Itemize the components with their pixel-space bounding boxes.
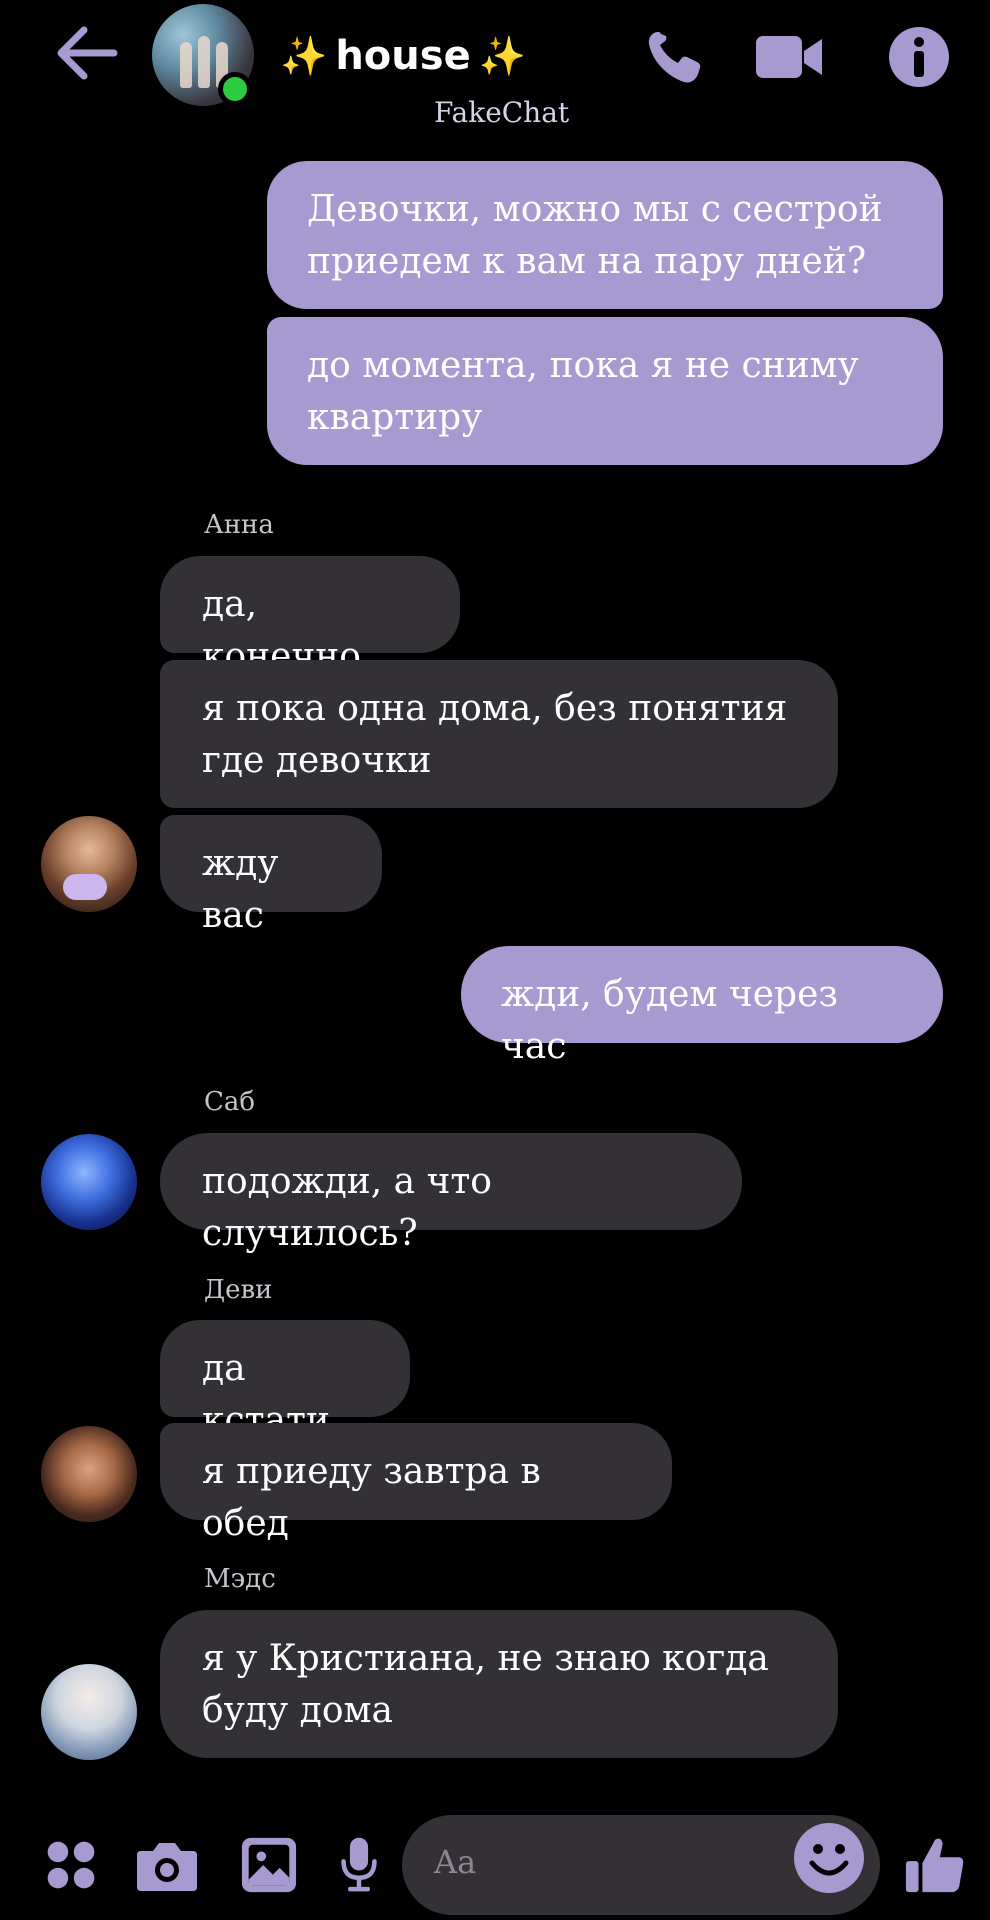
gallery-icon[interactable] [234,1815,304,1915]
message-bubble-incoming[interactable]: я у Кристиана, не знаю когда буду дома [160,1610,838,1758]
sender-name: Деви [204,1275,273,1305]
message-bubble-incoming[interactable]: да кстати [160,1320,410,1441]
emoji-icon[interactable] [794,1823,864,1893]
info-icon[interactable] [884,26,954,88]
message-bubble-incoming[interactable]: подожди, а что случилось? [160,1133,742,1254]
message-bubble-incoming[interactable]: я пока одна дома, без понятия где девочк… [160,660,838,808]
thumbs-up-icon[interactable] [900,1815,970,1915]
message-input[interactable]: Aa [402,1815,880,1915]
sender-name: Мэдс [204,1564,276,1594]
avatar-devi[interactable] [41,1426,137,1522]
avatar-sab[interactable] [41,1134,137,1230]
back-arrow-icon[interactable] [52,22,122,84]
message-input-placeholder: Aa [434,1843,477,1881]
chat-header: ✨ house ✨ FakeChat [0,0,990,150]
chat-subtitle: FakeChat [434,96,570,129]
message-bubble-outgoing[interactable]: Девочки, можно мы с сестрой приедем к ва… [267,161,943,309]
sparkle-icon: ✨ [478,33,527,78]
sparkle-icon: ✨ [280,33,328,78]
composer-bar: Aa [0,1815,990,1920]
online-indicator [218,72,252,106]
camera-icon[interactable] [132,1815,202,1915]
apps-grid-icon[interactable] [36,1815,106,1915]
message-bubble-outgoing[interactable]: до момента, пока я не сниму квартиру [267,317,943,465]
video-camera-icon[interactable] [754,26,824,88]
message-bubble-incoming[interactable]: я приеду завтра в обед [160,1423,672,1544]
message-bubble-outgoing[interactable]: жди, будем через час [461,946,943,1067]
microphone-icon[interactable] [324,1815,394,1915]
chat-title-text: house [335,33,471,79]
phone-icon[interactable] [640,26,710,88]
sender-name: Саб [204,1087,256,1117]
message-bubble-incoming[interactable]: жду вас [160,815,382,936]
avatar-mads[interactable] [41,1664,137,1760]
message-bubble-incoming[interactable]: да, конечно [160,556,460,677]
chat-title[interactable]: ✨ house ✨ [280,24,526,88]
sender-name: Анна [204,510,274,540]
avatar-anna[interactable] [41,816,137,912]
